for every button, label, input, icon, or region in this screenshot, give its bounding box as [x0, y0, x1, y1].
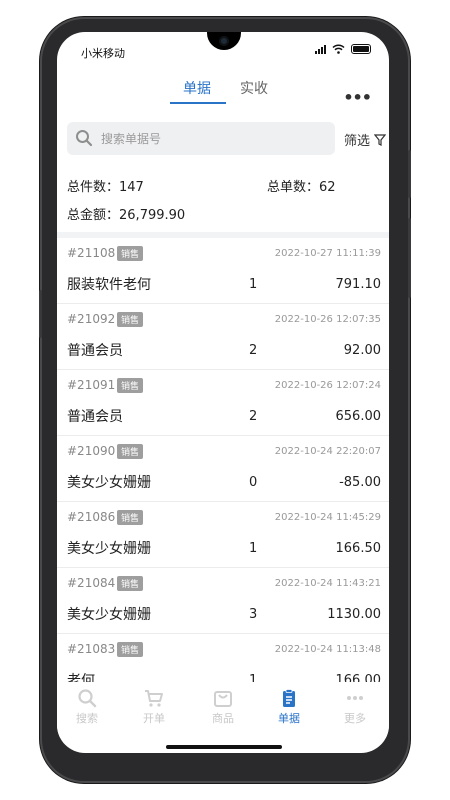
tabbar-item-products[interactable]: 商品	[201, 688, 245, 726]
total-amount: 总金额：26,799.90	[67, 204, 185, 223]
order-amount: 791.10	[335, 277, 382, 292]
total-orders-value: 62	[319, 180, 336, 195]
tabbar-item-search[interactable]: 搜索	[65, 688, 109, 726]
order-qty: 1	[249, 277, 258, 292]
tabbar-item-more[interactable]: 更多	[333, 688, 377, 726]
total-items-value: 147	[119, 180, 144, 195]
order-customer: 美女少女姗姗	[67, 607, 151, 623]
cart-icon	[145, 690, 163, 707]
order-time: 2022-10-27 11:11:39	[274, 248, 381, 259]
tabbar-item-orders[interactable]: 单据	[267, 688, 311, 726]
order-qty: 2	[249, 409, 258, 424]
order-row[interactable]: #21108 销售 2022-10-27 11:11:39 服装软件老何 1 7…	[57, 238, 389, 304]
total-orders-label: 总单数：	[267, 180, 320, 195]
order-row[interactable]: #21090 销售 2022-10-24 22:20:07 美女少女姗姗 0 -…	[57, 436, 389, 502]
more-dots-icon[interactable]: •••	[343, 88, 372, 107]
order-amount: 656.00	[335, 409, 382, 424]
order-qty: 1	[249, 541, 258, 556]
app-screen: 小米移动 单据 实收 ••• 搜索单据号 筛选 总件数：147 总单数：62 总…	[57, 32, 389, 753]
order-time: 2022-10-24 11:43:21	[274, 578, 381, 589]
order-amount: 166.50	[335, 541, 382, 556]
filter-icon	[373, 134, 387, 146]
order-id: #21108	[67, 246, 116, 260]
order-row[interactable]: #21084 销售 2022-10-24 11:43:21 美女少女姗姗 3 1…	[57, 568, 389, 634]
order-amount: 166.00	[335, 673, 382, 682]
signal-icon	[315, 44, 326, 54]
home-indicator[interactable]	[166, 745, 282, 749]
search-icon	[76, 130, 93, 147]
carrier-name: 小米移动	[81, 47, 125, 60]
order-customer: 服装软件老何	[67, 277, 151, 293]
tabbar-label: 商品	[212, 712, 234, 725]
shopping-bag-icon	[214, 691, 232, 707]
total-items-label: 总件数：	[67, 180, 120, 195]
more-dots-icon	[347, 696, 363, 700]
total-items: 总件数：147	[67, 176, 144, 195]
order-id: #21090	[67, 444, 116, 458]
order-amount: -85.00	[339, 475, 381, 490]
order-type-badge: 销售	[117, 642, 144, 657]
order-customer: 普通会员	[67, 409, 123, 425]
tab-received[interactable]: 实收	[240, 78, 268, 98]
tabbar-label: 搜索	[76, 712, 98, 725]
tabbar-item-new-order[interactable]: 开单	[132, 688, 176, 726]
order-id: #21092	[67, 312, 116, 326]
order-row[interactable]: #21091 销售 2022-10-26 12:07:24 普通会员 2 656…	[57, 370, 389, 436]
order-id: #21084	[67, 576, 116, 590]
bottom-tab-bar: 搜索 开单 商品 单据 更多	[57, 682, 389, 738]
order-customer: 老何	[67, 673, 95, 682]
order-amount: 92.00	[343, 343, 381, 358]
filter-button[interactable]: 筛选	[344, 130, 387, 149]
order-id: #21091	[67, 378, 116, 392]
order-list: #21108 销售 2022-10-27 11:11:39 服装软件老何 1 7…	[57, 238, 389, 682]
order-type-badge: 销售	[117, 312, 144, 327]
order-row[interactable]: #21092 销售 2022-10-26 12:07:35 普通会员 2 92.…	[57, 304, 389, 370]
order-customer: 美女少女姗姗	[67, 541, 151, 557]
order-row[interactable]: #21083 销售 2022-10-24 11:13:48 老何 1 166.0…	[57, 634, 389, 682]
tab-underline	[170, 102, 226, 104]
order-qty: 1	[249, 673, 258, 682]
order-row[interactable]: #21086 销售 2022-10-24 11:45:29 美女少女姗姗 1 1…	[57, 502, 389, 568]
order-type-badge: 销售	[117, 444, 144, 459]
order-type-badge: 销售	[117, 576, 144, 591]
search-input[interactable]: 搜索单据号	[67, 122, 335, 155]
order-time: 2022-10-24 22:20:07	[274, 446, 381, 457]
order-id: #21083	[67, 642, 116, 656]
tabbar-label: 更多	[344, 712, 366, 725]
power-button	[408, 218, 411, 298]
order-time: 2022-10-24 11:13:48	[274, 644, 381, 655]
clipboard-icon	[283, 689, 295, 707]
tab-orders[interactable]: 单据	[183, 78, 211, 98]
order-qty: 0	[249, 475, 258, 490]
status-bar: 小米移动	[57, 32, 389, 68]
order-time: 2022-10-26 12:07:35	[274, 314, 381, 325]
total-amount-value: 26,799.90	[119, 208, 186, 223]
search-icon	[78, 689, 97, 708]
side-button-left	[39, 290, 42, 338]
order-id: #21086	[67, 510, 116, 524]
order-customer: 美女少女姗姗	[67, 475, 151, 491]
order-type-badge: 销售	[117, 378, 144, 393]
order-type-badge: 销售	[117, 510, 144, 525]
status-icons	[315, 44, 371, 54]
tabbar-label: 开单	[143, 712, 165, 725]
tabbar-label: 单据	[278, 712, 300, 725]
order-time: 2022-10-24 11:45:29	[274, 512, 381, 523]
search-placeholder: 搜索单据号	[101, 132, 162, 146]
volume-button	[408, 150, 411, 198]
order-qty: 3	[249, 607, 258, 622]
order-customer: 普通会员	[67, 343, 123, 359]
order-amount: 1130.00	[327, 607, 381, 622]
wifi-icon	[332, 44, 345, 54]
battery-icon	[351, 44, 371, 54]
order-qty: 2	[249, 343, 258, 358]
total-orders: 总单数：62	[267, 176, 336, 195]
total-amount-label: 总金额：	[67, 208, 120, 223]
order-time: 2022-10-26 12:07:24	[274, 380, 381, 391]
filter-label: 筛选	[344, 134, 371, 149]
order-type-badge: 销售	[117, 246, 144, 261]
